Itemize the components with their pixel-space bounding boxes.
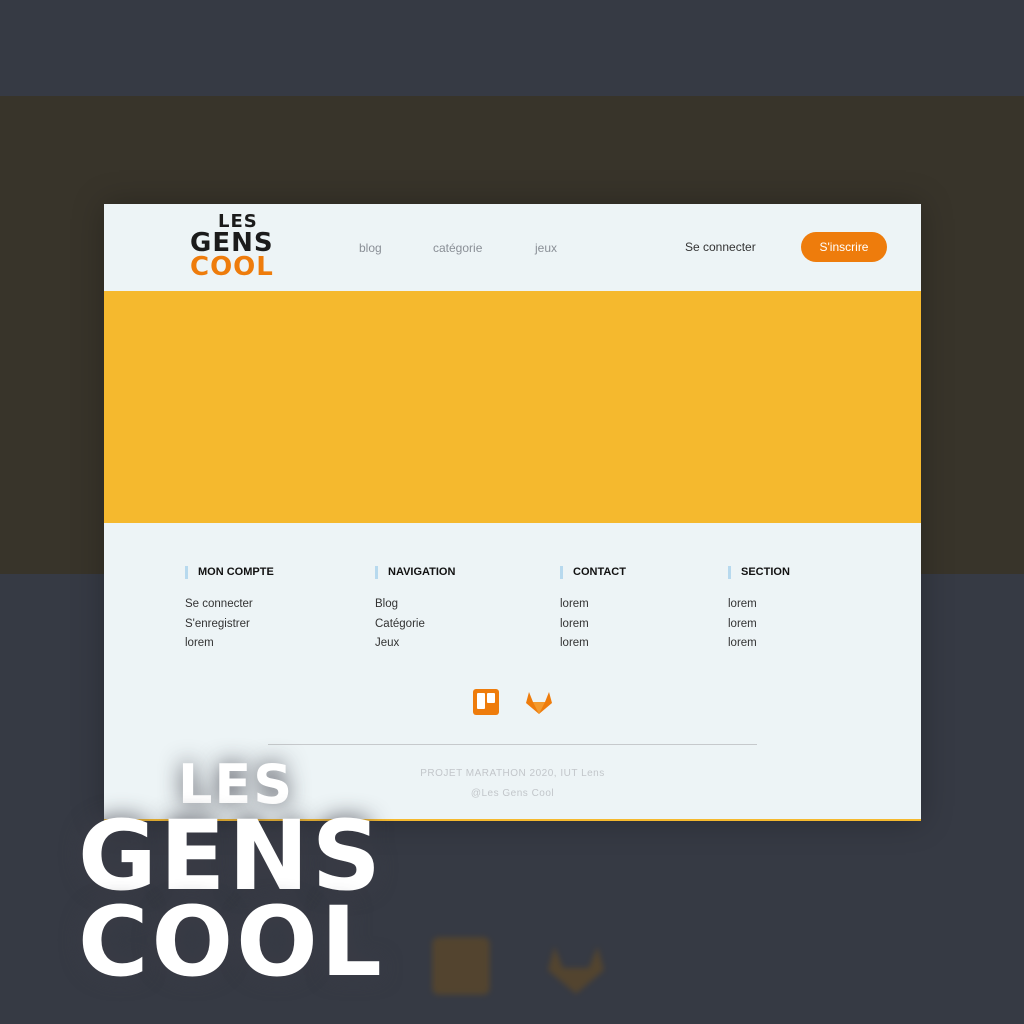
footer-column-title: MON COMPTE (185, 566, 274, 579)
footer-column-title: CONTACT (560, 566, 626, 579)
signup-button[interactable]: S'inscrire (801, 232, 887, 262)
logo-line-cool: COOL (190, 252, 274, 282)
footer-link[interactable]: lorem (728, 595, 790, 615)
big-brand-logo: LES GENS COOL (78, 758, 408, 998)
gitlab-icon[interactable] (525, 688, 553, 716)
site-logo[interactable]: LES GENS COOL (190, 213, 290, 282)
footer-link[interactable]: lorem (728, 634, 790, 654)
trello-icon[interactable] (472, 688, 500, 716)
footer-link[interactable]: lorem (560, 615, 626, 635)
nav-blog-link[interactable]: blog (359, 241, 382, 255)
footer-column-contact: CONTACT lorem lorem lorem (560, 566, 626, 654)
footer-column-navigation: NAVIGATION Blog Catégorie Jeux (375, 566, 455, 654)
site-header: LES GENS COOL blog catégorie jeux Se con… (104, 204, 921, 291)
footer-column-title: NAVIGATION (375, 566, 455, 579)
footer-link[interactable]: Se connecter (185, 595, 274, 615)
footer-link[interactable]: lorem (560, 634, 626, 654)
footer-link[interactable]: lorem (728, 615, 790, 635)
footer-column-title: SECTION (728, 566, 790, 579)
footer-link[interactable]: Catégorie (375, 615, 455, 635)
login-link[interactable]: Se connecter (685, 240, 756, 254)
nav-categorie-link[interactable]: catégorie (433, 241, 482, 255)
footer-link[interactable]: lorem (185, 634, 274, 654)
footer-link[interactable]: Blog (375, 595, 455, 615)
footer-column-section: SECTION lorem lorem lorem (728, 566, 790, 654)
hero-banner (104, 291, 921, 523)
nav-jeux-link[interactable]: jeux (535, 241, 557, 255)
website-mockup: LES GENS COOL blog catégorie jeux Se con… (104, 204, 921, 821)
gitlab-icon-background (548, 946, 604, 994)
footer-divider (268, 744, 757, 745)
footer-column-mon-compte: MON COMPTE Se connecter S'enregistrer lo… (185, 566, 274, 654)
footer-link[interactable]: S'enregistrer (185, 615, 274, 635)
big-logo-line-cool: COOL (78, 886, 385, 998)
footer-link[interactable]: lorem (560, 595, 626, 615)
trello-icon-background (432, 937, 490, 995)
footer-link[interactable]: Jeux (375, 634, 455, 654)
